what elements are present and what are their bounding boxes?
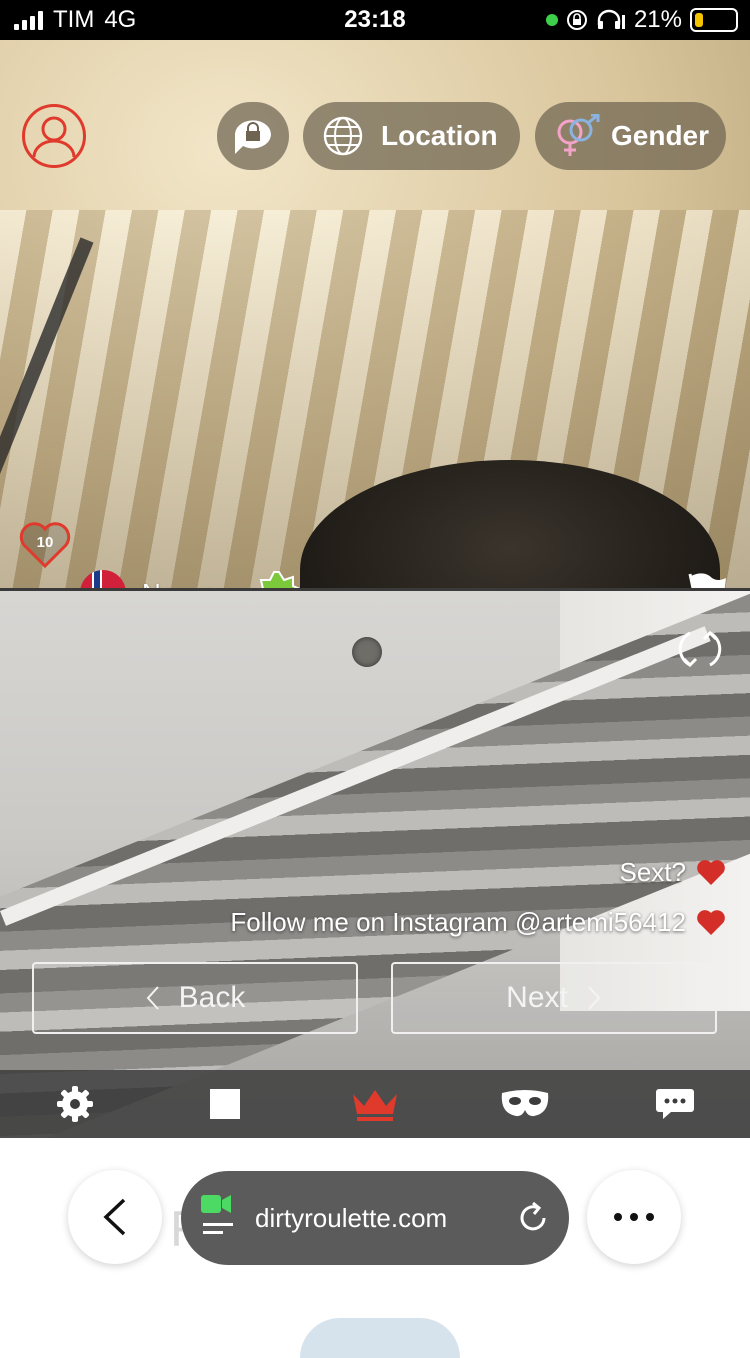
next-label: Next: [506, 981, 568, 1014]
chat-button[interactable]: [640, 1079, 710, 1129]
battery-percent: 21%: [633, 6, 682, 33]
stop-icon: [210, 1089, 240, 1119]
crown-icon: [353, 1090, 397, 1121]
browser-more-button[interactable]: [587, 1170, 681, 1264]
video-scene-detail: [352, 637, 382, 667]
profile-button[interactable]: [22, 104, 86, 168]
premium-button[interactable]: [340, 1079, 410, 1129]
verified-badge-icon: V: [254, 570, 304, 590]
reload-icon[interactable]: [517, 1202, 549, 1234]
location-label: Location: [381, 120, 498, 151]
heart-icon: [697, 909, 725, 935]
next-button[interactable]: Next: [391, 962, 717, 1034]
mask-icon: [501, 1090, 549, 1117]
mask-button[interactable]: [490, 1079, 560, 1129]
chevron-right-icon: [588, 986, 601, 1010]
address-bar[interactable]: dirtyroulette.com: [181, 1171, 569, 1265]
back-button[interactable]: Back: [32, 962, 358, 1034]
self-video[interactable]: Sext? Follow me on Instagram @artemi5641…: [0, 591, 750, 1138]
chat-message: Follow me on Instagram @artemi56412: [230, 907, 726, 938]
switch-camera-icon: [678, 630, 722, 668]
chevron-left-icon: [103, 1198, 126, 1236]
lock-icon: [235, 120, 271, 154]
like-button[interactable]: 10: [18, 520, 72, 570]
flag-icon: [688, 573, 726, 590]
back-label: Back: [178, 981, 246, 1014]
battery-icon: [690, 8, 738, 32]
more-icon: [614, 1213, 654, 1221]
chat-message-text: Follow me on Instagram @artemi56412: [230, 907, 686, 937]
rotation-lock-icon: [566, 10, 587, 30]
gender-icon: [557, 114, 600, 156]
gear-icon: [57, 1086, 93, 1122]
status-right: 21%: [545, 6, 738, 34]
chevron-left-icon: [146, 986, 159, 1010]
status-bar: TIM 4G 23:18 21%: [0, 0, 750, 40]
switch-camera-button[interactable]: [676, 625, 724, 673]
bottom-toolbar: [0, 1070, 750, 1138]
location-filter-button[interactable]: Location: [303, 102, 520, 170]
private-mode-button[interactable]: [217, 102, 289, 170]
headphones-icon: [597, 9, 625, 29]
heart-icon: [697, 859, 725, 885]
settings-button[interactable]: [40, 1079, 110, 1129]
stop-button[interactable]: [190, 1079, 260, 1129]
facetime-icon: [201, 1195, 233, 1234]
url-text: dirtyroulette.com: [255, 1202, 448, 1233]
chat-message: Sext?: [620, 857, 727, 888]
browser-bar: R s dirtyroulette.com: [0, 1138, 750, 1358]
user-icon: [32, 116, 76, 158]
gender-label: Gender: [611, 120, 710, 151]
report-button[interactable]: [684, 570, 728, 590]
globe-icon: [323, 116, 363, 156]
chat-message-text: Sext?: [619, 857, 687, 887]
camera-in-use-dot: [545, 14, 558, 26]
chat-icon: [656, 1089, 694, 1119]
likes-count: 10: [36, 534, 54, 551]
page-background-shape: [300, 1318, 460, 1358]
browser-back-button[interactable]: [68, 1170, 162, 1264]
gender-filter-button[interactable]: Gender: [535, 102, 726, 170]
partner-video[interactable]: Location Gender 10 ♂ Norway: [0, 40, 750, 590]
